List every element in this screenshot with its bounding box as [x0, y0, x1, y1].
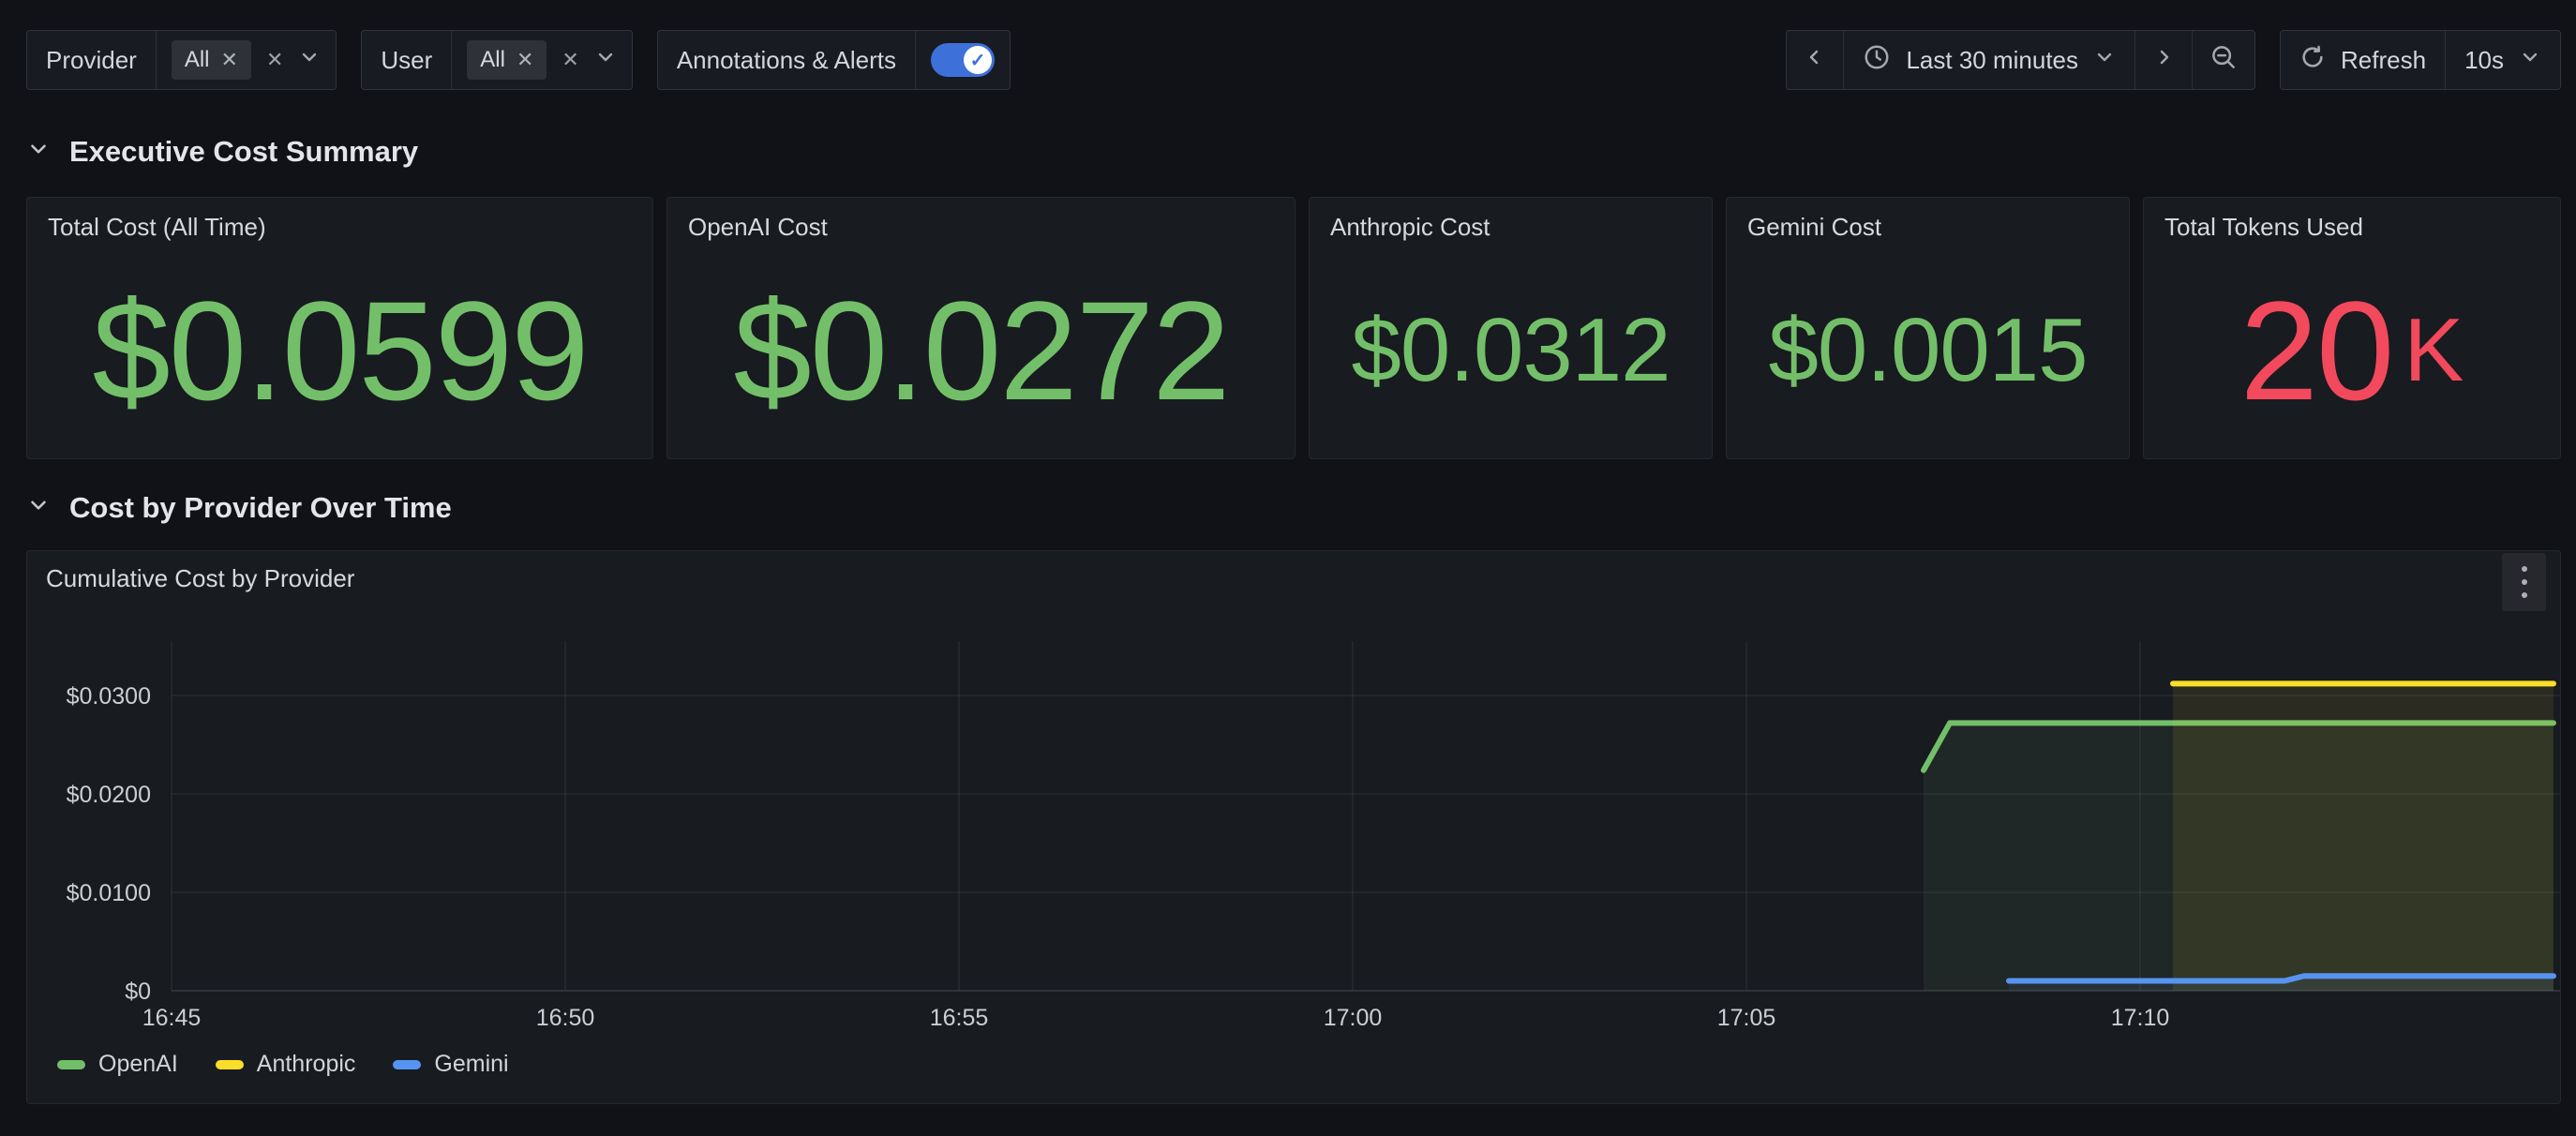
- zoom-out-icon: [2209, 43, 2238, 78]
- y-axis-tick-label: $0.0200: [67, 782, 151, 808]
- x-axis-tick-label: 16:55: [930, 1005, 989, 1031]
- legend-color-pill: [216, 1060, 244, 1069]
- refresh-button[interactable]: Refresh: [2281, 31, 2445, 89]
- chevron-down-icon: [2093, 46, 2116, 75]
- timeseries-panel: $0 $0.0100 $0.0200 $0.0300 16:45 16:50 16:55 17…: [26, 550, 2561, 1104]
- row-title: Cost by Provider Over Time: [69, 491, 452, 525]
- provider-filter-label: Provider: [27, 31, 156, 89]
- filter-label: Provider: [46, 46, 137, 75]
- stat-value: $0.0312: [1351, 306, 1670, 396]
- refresh-label: Refresh: [2341, 46, 2426, 75]
- series-fill-anthropic: [2173, 683, 2554, 991]
- clear-filter-icon[interactable]: ✕: [562, 50, 578, 70]
- legend-color-pill: [57, 1060, 85, 1069]
- filter-value-pill[interactable]: All ✕: [467, 40, 547, 80]
- filter-label: User: [381, 46, 432, 75]
- legend-color-pill: [393, 1060, 421, 1069]
- time-range-label: Last 30 minutes: [1906, 46, 2078, 75]
- toolbar-filters: Provider All ✕ ✕ User: [26, 30, 1011, 90]
- stat-panel-title: Anthropic Cost: [1310, 198, 1712, 242]
- zoom-out-button[interactable]: [2193, 31, 2254, 89]
- refresh-interval-button[interactable]: 10s: [2446, 31, 2560, 89]
- provider-filter-value[interactable]: All ✕ ✕: [157, 31, 337, 89]
- collapse-row-icon: [26, 135, 51, 169]
- user-filter: User All ✕ ✕: [361, 30, 632, 90]
- remove-value-icon[interactable]: ✕: [517, 50, 533, 70]
- annotations-control: Annotations & Alerts ✓: [657, 30, 1011, 90]
- legend-item-openai[interactable]: OpenAI: [57, 1051, 178, 1078]
- dashboard: Provider All ✕ ✕ User: [0, 0, 2576, 1136]
- stat-panels-row: Total Cost (All Time) $0.0599 OpenAI Cos…: [26, 197, 2561, 459]
- stat-panel-gemini-cost: Gemini Cost $0.0015: [1726, 197, 2130, 459]
- stat-panel-total-tokens: Total Tokens Used 20 K: [2143, 197, 2561, 459]
- toolbar-time-controls: Last 30 minutes: [1786, 30, 2561, 90]
- stat-panel-openai-cost: OpenAI Cost $0.0272: [666, 197, 1295, 459]
- chevron-down-icon: [2519, 46, 2541, 75]
- legend-label: OpenAI: [98, 1051, 178, 1078]
- stat-panel-anthropic-cost: Anthropic Cost $0.0312: [1309, 197, 1713, 459]
- chevron-right-icon: [2152, 46, 2175, 75]
- stat-panel-title: Gemini Cost: [1727, 198, 2129, 242]
- stat-panel-title: Total Cost (All Time): [27, 198, 652, 242]
- x-axis-tick-label: 17:10: [2111, 1005, 2170, 1031]
- legend-item-gemini[interactable]: Gemini: [393, 1051, 508, 1078]
- filter-value: All: [480, 47, 505, 73]
- legend-label: Anthropic: [257, 1051, 356, 1078]
- y-axis-tick-label: $0: [125, 979, 151, 1005]
- clock-icon: [1863, 43, 1891, 78]
- refresh-icon: [2299, 44, 2326, 77]
- stat-value: 20: [2240, 280, 2393, 421]
- clear-filter-icon[interactable]: ✕: [266, 50, 283, 70]
- stat-panel-title: OpenAI Cost: [667, 198, 1295, 242]
- chevron-down-icon[interactable]: [298, 46, 321, 75]
- x-axis-tick-label: 17:05: [1717, 1005, 1776, 1031]
- x-axis-tick-label: 17:00: [1324, 1005, 1383, 1031]
- y-axis-tick-label: $0.0300: [67, 683, 151, 710]
- refresh-control: Refresh 10s: [2280, 30, 2561, 90]
- toolbar: Provider All ✕ ✕ User: [26, 30, 2561, 90]
- stat-value: $0.0015: [1768, 306, 2087, 396]
- time-shift-back-button[interactable]: [1787, 31, 1843, 89]
- stat-value: $0.0599: [92, 280, 587, 421]
- user-filter-label: User: [362, 31, 451, 89]
- collapse-row-icon: [26, 491, 51, 525]
- filter-value: All: [185, 47, 210, 73]
- toggle-check-icon: ✓: [964, 46, 992, 74]
- stat-panel-total-cost: Total Cost (All Time) $0.0599: [26, 197, 653, 459]
- annotations-label: Annotations & Alerts: [658, 31, 915, 89]
- chevron-left-icon: [1804, 46, 1826, 75]
- legend-label: Gemini: [434, 1051, 508, 1078]
- remove-value-icon[interactable]: ✕: [221, 50, 238, 70]
- x-axis-tick-label: 16:45: [142, 1005, 202, 1031]
- user-filter-value[interactable]: All ✕ ✕: [452, 31, 632, 89]
- legend-item-anthropic[interactable]: Anthropic: [216, 1051, 356, 1078]
- annotations-toggle-wrap: ✓: [916, 31, 1010, 89]
- annotations-toggle[interactable]: ✓: [931, 43, 995, 77]
- panel-title: Cumulative Cost by Provider: [46, 564, 354, 593]
- time-shift-forward-button[interactable]: [2135, 31, 2192, 89]
- y-axis-tick-label: $0.0100: [67, 880, 151, 906]
- stat-value: $0.0272: [733, 280, 1228, 421]
- x-axis-tick-label: 16:50: [536, 1005, 595, 1031]
- kebab-icon: [2522, 566, 2527, 572]
- stat-panel-title: Total Tokens Used: [2144, 198, 2560, 242]
- annotations-text: Annotations & Alerts: [677, 46, 896, 75]
- chart-legend: OpenAI Anthropic Gemini: [57, 1051, 509, 1078]
- filter-value-pill[interactable]: All ✕: [172, 40, 251, 80]
- panel-menu-button[interactable]: [2502, 553, 2546, 611]
- time-picker: Last 30 minutes: [1786, 30, 2255, 90]
- cumulative-cost-chart[interactable]: $0 $0.0100 $0.0200 $0.0300 16:45 16:50 16:55 17…: [27, 551, 2561, 1104]
- row-title: Executive Cost Summary: [69, 135, 418, 169]
- refresh-interval-value: 10s: [2464, 46, 2504, 75]
- time-range-button[interactable]: Last 30 minutes: [1844, 31, 2134, 89]
- provider-filter: Provider All ✕ ✕: [26, 30, 337, 90]
- chevron-down-icon[interactable]: [594, 46, 617, 75]
- row-header-executive-cost-summary[interactable]: Executive Cost Summary: [26, 135, 418, 169]
- row-header-cost-by-provider[interactable]: Cost by Provider Over Time: [26, 491, 452, 525]
- stat-value-suffix: K: [2404, 306, 2464, 396]
